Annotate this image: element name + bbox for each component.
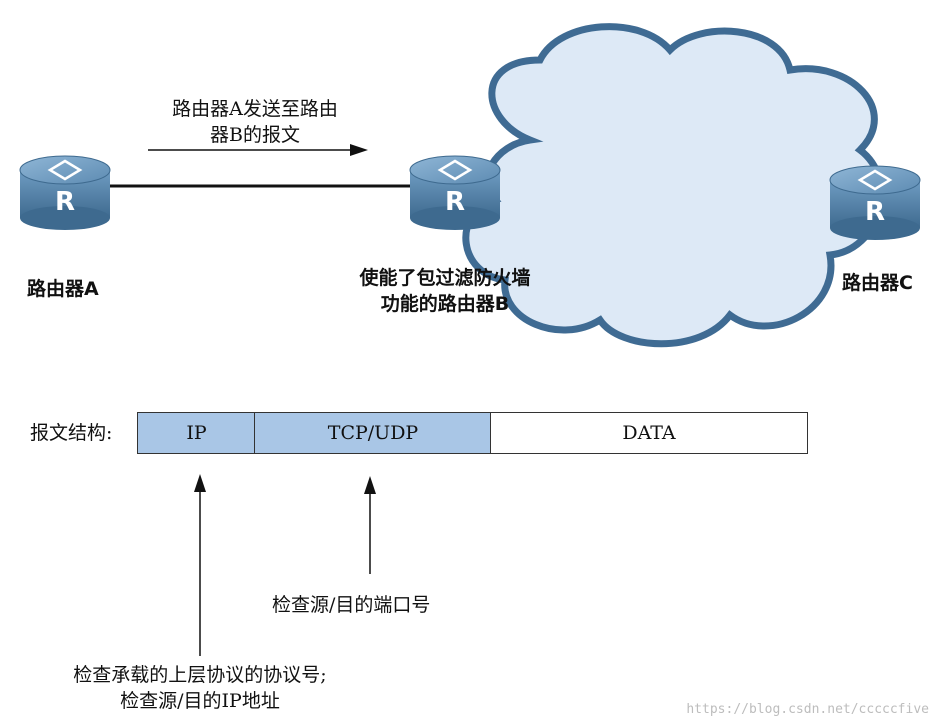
packet-field-data-label: DATA [622,422,676,444]
packet-field-tcp-udp: TCP/UDP [254,412,492,454]
ip-check-annotation-line1: 检查承载的上层协议的协议号; [73,664,327,686]
router-b-label-line1: 使能了包过滤防火墙 [359,267,531,289]
router-b-label: 使能了包过滤防火墙 功能的路由器B [335,265,555,317]
ip-check-annotation: 检查承载的上层协议的协议号; 检查源/目的IP地址 [20,662,380,714]
watermark: https://blog.csdn.net/cccccfive [686,702,929,717]
port-check-annotation: 检查源/目的端口号 [272,594,431,616]
message-label: 路由器A发送至路由 器B的报文 [145,96,365,148]
svg-text:R: R [445,187,465,217]
packet-field-ip-label: IP [186,422,207,444]
router-a-icon: R [19,155,111,230]
router-c-label: 路由器C [842,272,913,294]
message-label-line2: 器B的报文 [210,124,300,146]
ip-check-arrow [194,474,206,656]
port-check-arrow [364,476,376,574]
svg-text:R: R [55,187,75,217]
packet-field-tcp-udp-label: TCP/UDP [327,422,419,444]
packet-field-ip: IP [137,412,256,454]
network-diagram: R R R [19,23,921,656]
packet-structure-label: 报文结构: [30,422,113,444]
packet-field-data: DATA [490,412,808,454]
svg-text:R: R [865,197,885,227]
router-c-icon: R [829,165,921,240]
ip-check-annotation-line2: 检查源/目的IP地址 [120,690,280,712]
message-label-line1: 路由器A发送至路由 [172,98,338,120]
router-b-icon: R [409,155,501,230]
router-a-label: 路由器A [27,278,99,300]
router-b-label-line2: 功能的路由器B [380,293,510,315]
